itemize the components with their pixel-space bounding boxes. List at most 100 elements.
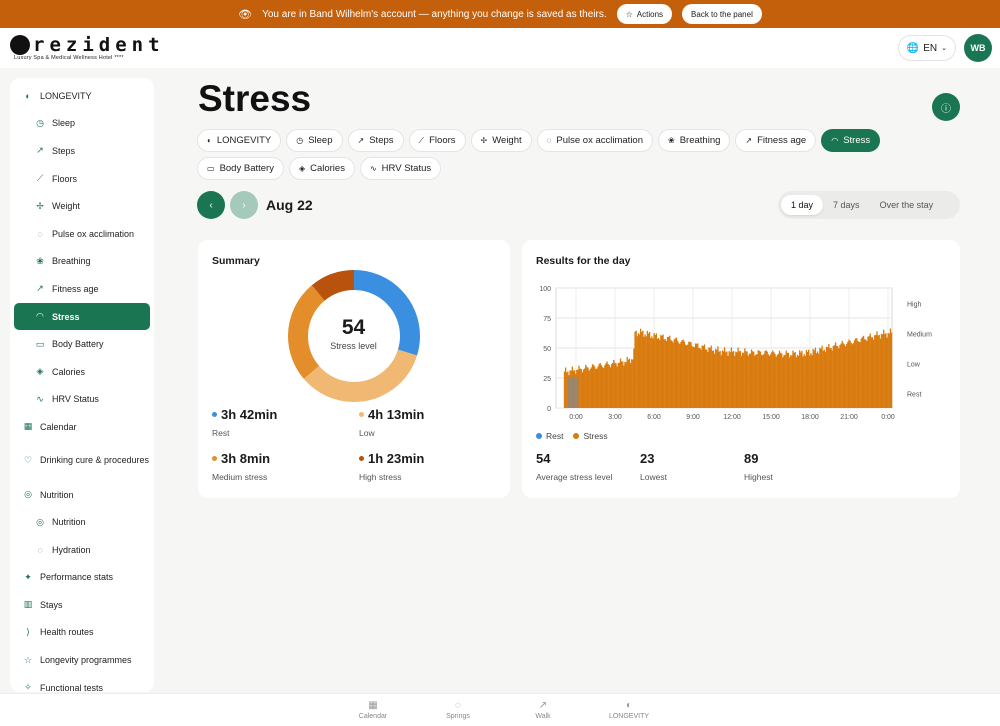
chip-pulse-ox-acclimation[interactable]: ◌ Pulse ox acclimation [536,129,654,152]
sidebar-item-performance-stats[interactable]: ✦ Performance stats [14,564,150,592]
sidebar-item-hrv-status[interactable]: ∿ HRV Status [14,386,150,414]
back-to-panel-button[interactable]: Back to the panel [682,4,762,24]
stress-zone-label: High [907,302,922,309]
sidebar-item-drinking-cure-procedures[interactable]: ♡ Drinking cure & procedures [14,441,150,481]
actions-label: Actions [636,9,664,19]
chip-body-battery[interactable]: ▭ Body Battery [197,157,284,180]
x-tick-label: 21:00 [840,414,858,421]
sidebar-item-body-battery[interactable]: ▭ Body Battery [14,330,150,358]
sidebar-item-longevity[interactable]: ◐ LONGEVITY [14,82,150,110]
summary-stat-rest: 3h 42min Rest [212,407,277,438]
next-day-button[interactable]: › [230,191,258,219]
sidebar-item-stress[interactable]: ◠ Stress [14,302,150,331]
star-icon: ☆ [625,9,633,19]
chip-steps[interactable]: ↗ Steps [347,129,404,152]
stress-level-label: Stress level [330,341,377,351]
x-tick-label: 9:00 [686,414,700,421]
chip-label: LONGEVITY [216,135,272,146]
sidebar-item-stays[interactable]: ▥ Stays [14,591,150,619]
language-selector[interactable]: 🌐 EN ⌄ [897,35,956,61]
chip-weight[interactable]: ✢ Weight [470,129,532,152]
sparkle-icon: ✦ [24,571,32,582]
legend-dot [212,412,217,417]
sidebar-item-calendar[interactable]: ▦ Calendar [14,413,150,441]
period-tab-7-days[interactable]: 7 days [823,195,870,215]
chip-calories[interactable]: ◈ Calories [288,157,355,180]
chip-hrv-status[interactable]: ∿ HRV Status [359,157,442,180]
chip-icon: ❀ [668,136,675,145]
period-tab-over-the-stay[interactable]: Over the stay [870,195,944,215]
longevity-icon: ◐ [25,90,31,101]
x-tick-label: 6:00 [647,414,661,421]
sidebar-item-label: LONGEVITY [40,90,92,101]
chip-floors[interactable]: ⟋ Floors [408,129,466,152]
sidebar-item-label: Longevity programmes [40,655,132,666]
bottom-tab-walk[interactable]: ↗ Walk [513,700,573,720]
stat-value: 4h 13min [368,407,425,422]
app-header: rezident Luxury Spa & Medical Wellness H… [0,28,1000,68]
calendar-icon: ▦ [23,421,33,432]
chip-icon: ◌ [546,136,552,145]
chip-breathing[interactable]: ❀ Breathing [658,129,731,152]
sidebar-item-pulse-ox-acclimation[interactable]: ◌ Pulse ox acclimation [14,220,150,248]
sidebar-item-label: Steps [52,145,76,156]
bottom-tab-calendar[interactable]: ▦ Calendar [343,700,403,720]
sidebar-item-sleep[interactable]: ◷ Sleep [14,110,150,138]
tab-icon: ▦ [368,700,378,711]
impersonation-banner: 👁 You are in Band Wilhelm's account — an… [0,0,1000,28]
chip-label: Floors [429,135,456,146]
sidebar-item-functional-tests[interactable]: ✧ Functional tests [14,674,150,692]
avatar[interactable]: WB [964,34,992,62]
sidebar-item-longevity-programmes[interactable]: ☆ Longevity programmes [14,646,150,674]
language-label: EN [923,42,938,54]
bottom-tab-springs[interactable]: ◌ Springs [428,700,488,720]
chip-icon: ◈ [298,164,306,173]
sidebar-item-hydration[interactable]: ◌ Hydration [14,536,150,564]
legend-dot [212,456,217,461]
result-stat-lowest: 23 Lowest [640,451,667,482]
stat-label: High stress [359,472,402,482]
logo[interactable]: rezident Luxury Spa & Medical Wellness H… [10,35,165,61]
bottom-tab-longevity[interactable]: ◐ LONGEVITY [599,700,659,720]
chip-longevity[interactable]: ◐ LONGEVITY [197,129,282,152]
current-date: Aug 22 [266,197,313,213]
walk-icon: ↗ [36,145,44,156]
sidebar-item-steps[interactable]: ↗ Steps [14,137,150,165]
sidebar-item-calories[interactable]: ◈ Calories [14,358,150,386]
period-tab-1-day[interactable]: 1 day [781,195,824,215]
runner-icon: ↗ [36,283,44,294]
metric-chips: ◐ LONGEVITY ◷ Sleep ↗ Steps ⟋ Floors ✢ Weight ◌ Pul… [197,129,887,180]
info-button[interactable]: ⓘ [932,93,960,121]
stat-value: 1h 23min [368,451,425,466]
x-tick-label: 0:00 [881,414,895,421]
sidebar-item-health-routes[interactable]: ⟩ Health routes [14,619,150,647]
x-tick-label: 12:00 [723,414,741,421]
flask-icon: ✧ [24,682,32,692]
sidebar-item-label: HRV Status [52,394,99,405]
result-stat-highest: 89 Highest [744,451,773,482]
chip-stress[interactable]: ◠ Stress [821,129,881,152]
sidebar-item-fitness-age[interactable]: ↗ Fitness age [14,275,150,303]
x-tick-label: 18:00 [801,414,819,421]
legend-label: Stress [583,431,608,441]
x-tick-label: 3:00 [608,414,622,421]
chevron-left-icon: ‹ [209,199,213,211]
sidebar-item-nutrition[interactable]: ◎ Nutrition [14,481,150,509]
previous-day-button[interactable]: ‹ [197,191,225,219]
sidebar-item-nutrition[interactable]: ◎ Nutrition [14,508,150,536]
sidebar-item-floors[interactable]: ⟋ Floors [14,165,150,193]
chip-sleep[interactable]: ◷ Sleep [286,129,343,152]
summary-card: Summary 54 Stress level 3h 42min Rest 4h 1… [198,240,510,498]
eye-icon: 👁 [238,8,253,21]
chip-label: Steps [369,135,394,146]
sidebar-item-weight[interactable]: ✢ Weight [14,192,150,220]
sidebar-item-label: Breathing [52,256,91,267]
sidebar-item-breathing[interactable]: ❀ Breathing [14,248,150,276]
actions-button[interactable]: ☆ Actions [616,4,673,24]
chip-fitness-age[interactable]: ↗ Fitness age [735,129,817,152]
route-icon: ⟩ [26,626,30,637]
logo-mark [10,35,30,55]
chip-label: HRV Status [381,163,432,174]
bottom-tab-bar: ▦ Calendar ◌ Springs ↗ Walk ◐ LONGEVITY [0,693,1000,726]
stress-zone-label: Rest [907,392,921,399]
